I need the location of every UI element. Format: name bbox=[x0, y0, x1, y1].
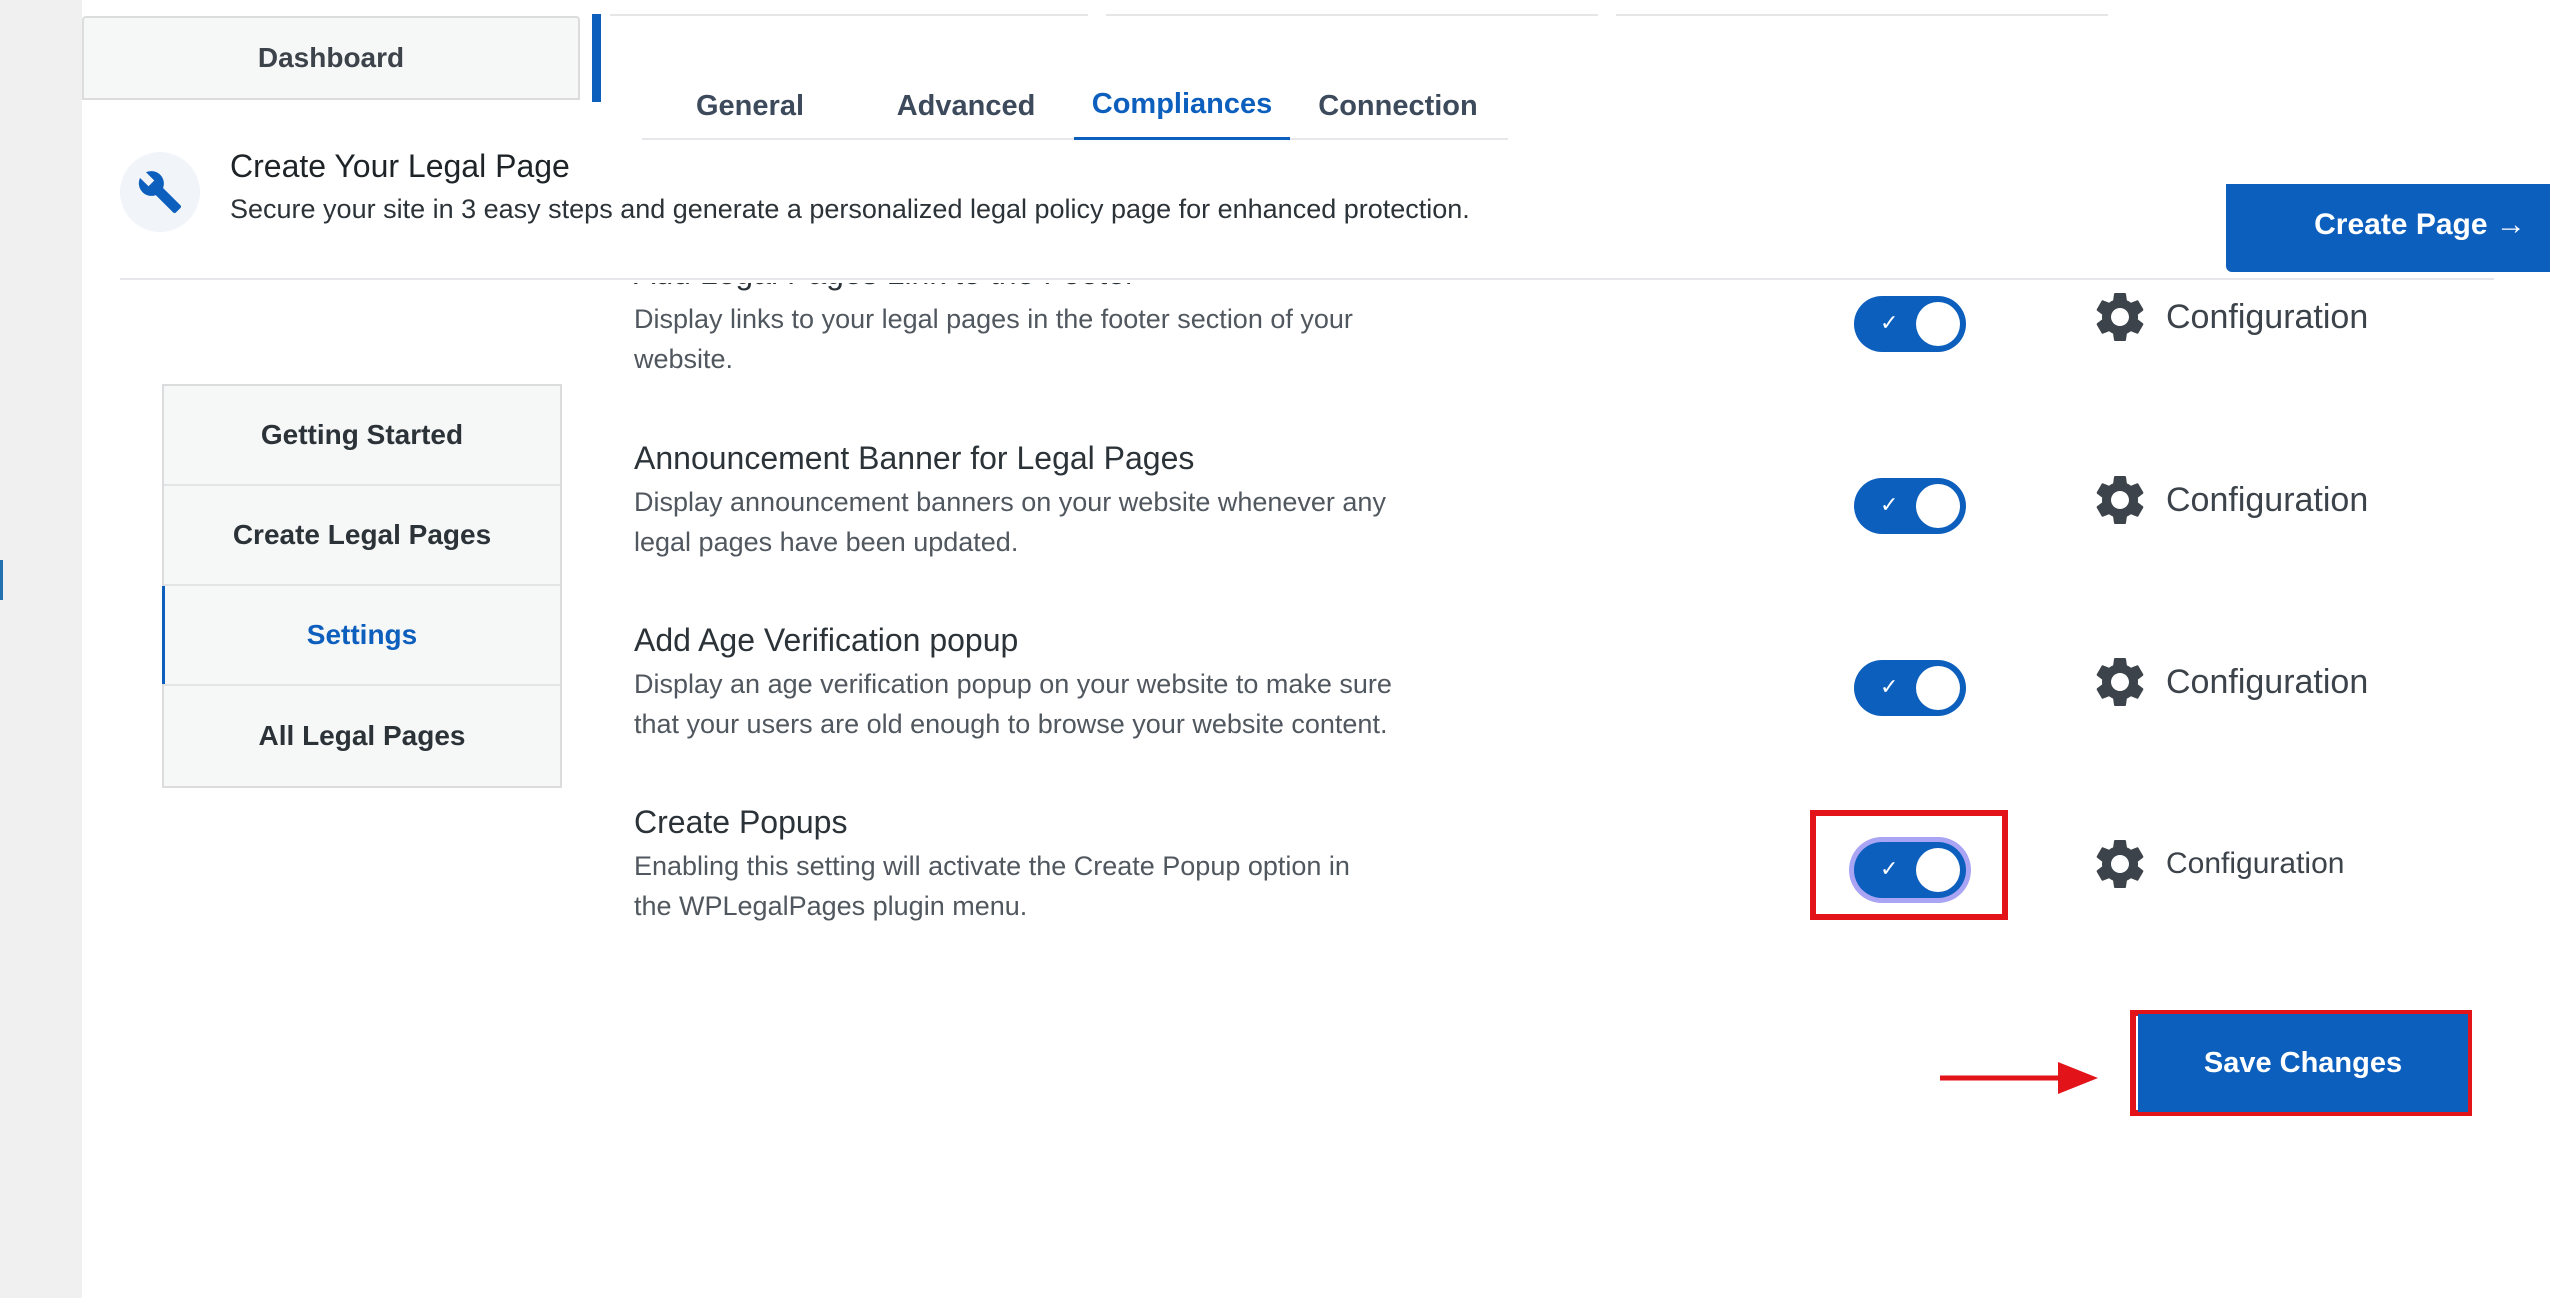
toggle-knob bbox=[1916, 302, 1960, 346]
top-divider bbox=[1106, 14, 1598, 16]
configuration-label: Configuration bbox=[2166, 662, 2369, 701]
banner-description: Secure your site in 3 easy steps and gen… bbox=[230, 194, 1470, 224]
settings-list: Add Legal Pages Link to the Footer Displ… bbox=[600, 283, 2550, 983]
setting-title: Announcement Banner for Legal Pages bbox=[634, 440, 1195, 476]
announcement-banner-toggle[interactable]: ✓ bbox=[1854, 478, 1966, 534]
check-icon: ✓ bbox=[1880, 492, 1899, 517]
setting-description: Display an age verification popup on you… bbox=[634, 669, 1392, 739]
top-divider bbox=[1616, 14, 2108, 16]
arrow-right-icon bbox=[1940, 1062, 2098, 1094]
age-verification-toggle[interactable]: ✓ bbox=[1854, 660, 1966, 716]
create-legal-page-banner: Create Your Legal Page Secure your site … bbox=[120, 140, 2550, 280]
create-page-button[interactable]: Create Page → bbox=[2226, 184, 2550, 272]
top-divider bbox=[610, 14, 1088, 16]
toggle-knob bbox=[1916, 484, 1960, 528]
setting-title: Add Age Verification popup bbox=[634, 622, 1019, 658]
setting-description: Enabling this setting will activate the … bbox=[634, 851, 1350, 921]
gear-icon bbox=[2096, 840, 2144, 888]
configuration-label: Configuration bbox=[2166, 480, 2369, 519]
toggle-knob bbox=[1916, 666, 1960, 710]
toggle-highlight-box bbox=[1810, 810, 2008, 920]
sidebar-item-all-legal-pages[interactable]: All Legal Pages bbox=[164, 686, 560, 786]
save-changes-button[interactable]: Save Changes bbox=[2138, 1014, 2468, 1112]
setting-title: Create Popups bbox=[634, 804, 848, 840]
banner-title: Create Your Legal Page bbox=[230, 148, 570, 184]
tab-general[interactable]: General bbox=[642, 72, 858, 140]
tab-connection[interactable]: Connection bbox=[1290, 72, 1506, 140]
sidebar-nav: Getting Started Create Legal Pages Setti… bbox=[162, 384, 562, 788]
admin-sidebar-strip bbox=[0, 0, 82, 1298]
sidebar-item-getting-started[interactable]: Getting Started bbox=[164, 386, 560, 486]
gear-icon bbox=[2096, 658, 2144, 706]
gear-icon bbox=[2096, 293, 2144, 341]
configuration-label: Configuration bbox=[2166, 847, 2345, 880]
tab-advanced[interactable]: Advanced bbox=[858, 72, 1074, 140]
configuration-link[interactable]: Configuration bbox=[2090, 287, 2368, 347]
check-icon: ✓ bbox=[1880, 310, 1899, 335]
sidebar-item-create-legal-pages[interactable]: Create Legal Pages bbox=[164, 486, 560, 586]
footer-links-toggle[interactable]: ✓ bbox=[1854, 296, 1966, 352]
admin-menu-indicator bbox=[0, 560, 3, 600]
create-page-label: Create Page → bbox=[2314, 208, 2526, 241]
configuration-label: Configuration bbox=[2166, 297, 2369, 336]
tab-compliances[interactable]: Compliances bbox=[1074, 72, 1290, 140]
tab-panel-accent bbox=[592, 14, 601, 102]
check-icon: ✓ bbox=[1880, 674, 1899, 699]
gear-icon bbox=[2096, 476, 2144, 524]
configuration-link[interactable]: Configuration bbox=[2090, 470, 2368, 530]
wrench-icon bbox=[120, 152, 200, 232]
sidebar-item-settings[interactable]: Settings bbox=[162, 586, 560, 686]
configuration-link[interactable]: Configuration bbox=[2090, 652, 2368, 712]
configuration-link[interactable]: Configuration bbox=[2090, 834, 2344, 894]
settings-tabs: General Advanced Compliances Connection bbox=[642, 72, 1508, 140]
dashboard-tab[interactable]: Dashboard bbox=[82, 16, 580, 100]
setting-description: Display announcement banners on your web… bbox=[634, 487, 1386, 557]
setting-description: Display links to your legal pages in the… bbox=[634, 304, 1353, 374]
setting-title: Add Legal Pages Link to the Footer bbox=[634, 283, 1136, 292]
